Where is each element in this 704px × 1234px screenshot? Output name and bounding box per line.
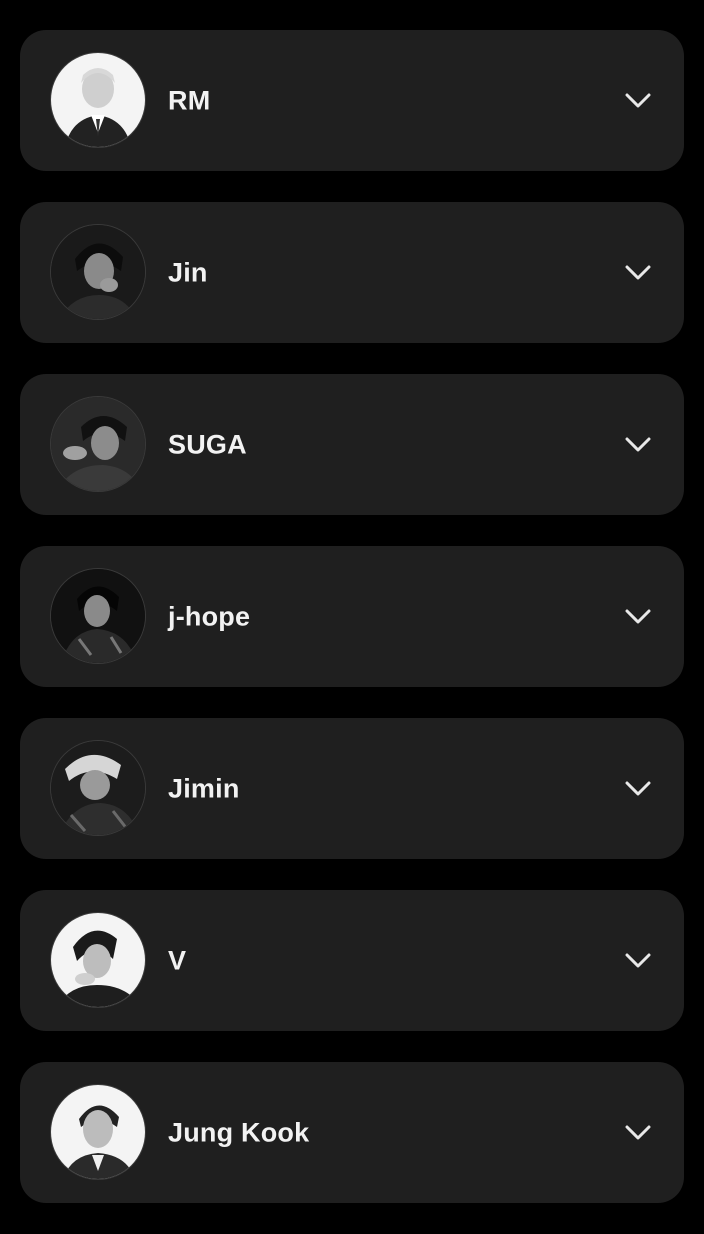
avatar <box>51 741 145 835</box>
member-card-jung-kook[interactable]: Jung Kook <box>20 1062 684 1203</box>
chevron-down-icon[interactable] <box>624 780 652 798</box>
member-card-v[interactable]: V <box>20 890 684 1031</box>
chevron-down-icon[interactable] <box>624 1124 652 1142</box>
chevron-down-icon[interactable] <box>624 608 652 626</box>
avatar <box>51 53 145 147</box>
avatar <box>51 913 145 1007</box>
chevron-down-icon[interactable] <box>624 264 652 282</box>
member-name: V <box>168 945 187 975</box>
chevron-down-icon[interactable] <box>624 952 652 970</box>
member-name: j-hope <box>168 601 251 631</box>
member-card-jimin[interactable]: Jimin <box>20 718 684 859</box>
member-name: Jimin <box>168 773 240 803</box>
member-card-j-hope[interactable]: j-hope <box>20 546 684 687</box>
member-card-jin[interactable]: Jin <box>20 202 684 343</box>
avatar <box>51 397 145 491</box>
member-name: Jung Kook <box>168 1117 310 1147</box>
avatar <box>51 225 145 319</box>
chevron-down-icon[interactable] <box>624 92 652 110</box>
member-name: SUGA <box>168 429 247 459</box>
member-name: RM <box>168 85 211 115</box>
member-list: RM Jin SUGA j-hope Jimin V Jung Kook <box>20 30 684 1234</box>
avatar <box>51 1085 145 1179</box>
member-card-suga[interactable]: SUGA <box>20 374 684 515</box>
member-name: Jin <box>168 257 208 287</box>
member-card-rm[interactable]: RM <box>20 30 684 171</box>
avatar <box>51 569 145 663</box>
chevron-down-icon[interactable] <box>624 436 652 454</box>
